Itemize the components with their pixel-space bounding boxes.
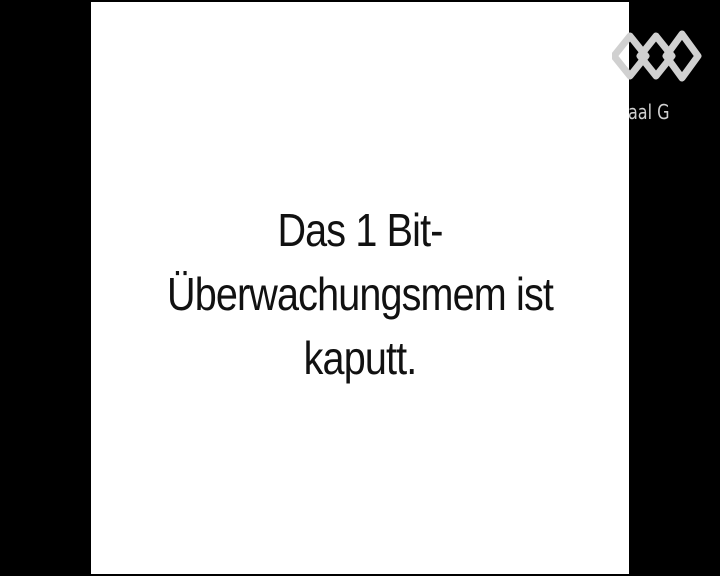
slide-message: Das 1 Bit- Überwachungsmem ist kaputt. [129, 198, 592, 390]
channel-logo-icon [612, 30, 702, 82]
slide-line-3: kaputt. [303, 332, 418, 384]
slide-panel: Das 1 Bit- Überwachungsmem ist kaputt. [91, 2, 629, 574]
slide-line-2: Überwachungsmem ist [166, 268, 554, 320]
channel-label: aal G [628, 100, 670, 124]
slide-line-1: Das 1 Bit- [277, 204, 443, 256]
